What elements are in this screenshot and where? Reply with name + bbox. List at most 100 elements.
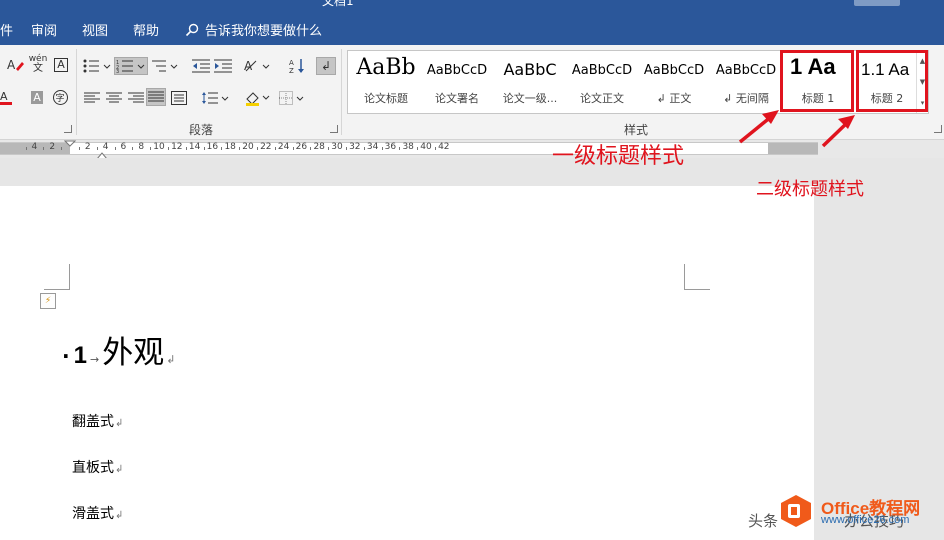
- ruler-label: 38: [402, 142, 414, 152]
- title-bar: 文档1 件 审阅 视图 帮助 告诉我你想要做什么: [0, 0, 944, 45]
- paragraph-group-label: 段落: [189, 123, 214, 137]
- tab-file[interactable]: 件: [0, 20, 13, 39]
- clear-formatting-icon[interactable]: A: [6, 56, 26, 74]
- bullets-icon[interactable]: [82, 57, 112, 75]
- tell-me-search[interactable]: 告诉我你想要做什么: [185, 20, 322, 39]
- ruler-label: 22: [260, 142, 272, 152]
- paragraph[interactable]: 直板式↲: [72, 457, 123, 477]
- borders-icon[interactable]: [278, 89, 308, 107]
- style-no-spacing[interactable]: AaBbCcD ↲ 无间隔: [710, 51, 782, 113]
- style-sample: AaBbCcD: [571, 63, 633, 78]
- heading-bullet-mark: ·: [62, 344, 70, 368]
- style-sample: AaBbCcD: [715, 63, 777, 78]
- office-logo-icon: [781, 495, 811, 527]
- watermark-prefix: 头条: [748, 512, 779, 530]
- window-title: 文档1: [322, 0, 354, 8]
- ruler-label: 20: [242, 142, 254, 152]
- ruler-tick: [43, 147, 45, 150]
- style-thesis-level1[interactable]: AaBbC 论文一级...: [494, 51, 566, 113]
- ruler-label: 10: [153, 142, 165, 152]
- ruler-tick: [434, 147, 436, 150]
- style-thesis-title[interactable]: AaBb 论文标题: [350, 51, 422, 113]
- show-hide-marks-icon[interactable]: ↲: [316, 57, 336, 75]
- style-normal[interactable]: AaBbCcD ↲ 正文: [638, 51, 710, 113]
- align-center-icon[interactable]: [104, 89, 124, 107]
- style-name: 论文一级...: [502, 92, 558, 105]
- ruler-tick: [310, 147, 312, 150]
- ruler-label: 42: [438, 142, 450, 152]
- ruler-label: 6: [120, 142, 127, 152]
- font-color-icon[interactable]: A: [0, 88, 14, 106]
- crop-mark-left: [44, 264, 70, 290]
- ruler-tick: [328, 147, 330, 150]
- character-shading-icon[interactable]: A: [27, 88, 47, 106]
- style-name: 论文署名: [435, 92, 479, 105]
- svg-text:A: A: [0, 90, 8, 103]
- ruler-label: 26: [295, 142, 308, 152]
- ruler-tick: [203, 147, 205, 150]
- paste-options-icon[interactable]: ⚡: [40, 293, 56, 309]
- paragraph-mark-icon: ↲: [115, 464, 124, 475]
- line-spacing-icon[interactable]: [200, 89, 230, 107]
- style-name: 论文标题: [364, 92, 408, 105]
- ruler-tick: [132, 147, 134, 150]
- paragraph-mark-icon: ↲: [115, 510, 124, 521]
- ruler-tick: [345, 147, 347, 150]
- enclose-characters-icon[interactable]: 字: [50, 88, 70, 106]
- style-thesis-author[interactable]: AaBbCcD 论文署名: [421, 51, 493, 113]
- ruler-tick: [167, 147, 169, 150]
- paragraph-mark-icon: ↲: [166, 353, 176, 366]
- numbering-icon[interactable]: 123: [114, 57, 148, 75]
- align-left-icon[interactable]: [82, 89, 102, 107]
- right-gutter: [814, 186, 944, 540]
- ruler-tick: [363, 147, 365, 150]
- phonetic-guide-icon[interactable]: wén 文: [28, 55, 48, 74]
- justify-icon[interactable]: [146, 88, 166, 106]
- document-heading[interactable]: · 1 → 外观 ↲: [62, 327, 175, 372]
- align-right-icon[interactable]: [126, 89, 146, 107]
- ruler-tick: [78, 147, 80, 150]
- heading2-highlight: [856, 50, 928, 112]
- sort-icon[interactable]: AZ: [288, 57, 308, 75]
- paragraph-text: 滑盖式: [72, 506, 114, 522]
- ruler-label: 24: [277, 142, 290, 152]
- ruler-tick: [185, 147, 187, 150]
- ribbon: A wén 文 A A A 字 123 A AZ ↲ 段落 AaBb 论文标题 …: [0, 45, 944, 140]
- font-dialog-launcher[interactable]: [64, 125, 72, 133]
- tab-view[interactable]: 视图: [82, 20, 108, 39]
- styles-dialog-launcher[interactable]: [934, 125, 942, 133]
- multilevel-list-icon[interactable]: [151, 57, 181, 75]
- ruler-label: 16: [206, 142, 219, 152]
- ruler-label: 36: [384, 142, 397, 152]
- heading1-highlight: [780, 50, 854, 112]
- ruler-tick: [239, 147, 241, 150]
- sign-in-button[interactable]: [854, 0, 900, 6]
- paragraph-dialog-launcher[interactable]: [330, 125, 338, 133]
- chinese-layout-icon[interactable]: A: [243, 57, 273, 75]
- character-border-icon[interactable]: A: [51, 56, 71, 74]
- tab-review[interactable]: 审阅: [31, 20, 57, 39]
- paragraph[interactable]: 翻盖式↲: [72, 411, 123, 431]
- distributed-icon[interactable]: [169, 89, 189, 107]
- first-line-indent-marker[interactable]: [64, 140, 76, 158]
- increase-indent-icon[interactable]: [213, 57, 233, 75]
- styles-group-label: 样式: [624, 123, 649, 137]
- style-sample: AaBbC: [503, 60, 557, 79]
- ruler-area: 4 2 2 4 6 8 10 12 14 16 18 20 22 24 26 28 30 32 34 36 38 40 42: [0, 140, 944, 158]
- decrease-indent-icon[interactable]: [191, 57, 211, 75]
- horizontal-ruler[interactable]: 4 2 2 4 6 8 10 12 14 16 18 20 22 24 26 28 30 32 34 36 38 40 42: [0, 142, 818, 155]
- ruler-label: 8: [138, 142, 145, 152]
- ruler-label: 18: [224, 142, 236, 152]
- paragraph-text: 直板式: [72, 460, 114, 476]
- tab-help[interactable]: 帮助: [133, 20, 159, 39]
- shading-icon[interactable]: [243, 89, 273, 107]
- style-name: ↲ 正文: [656, 92, 692, 105]
- style-sample: AaBbCcD: [643, 63, 705, 78]
- svg-text:A: A: [7, 58, 16, 72]
- tell-me-label: 告诉我你想要做什么: [205, 24, 323, 39]
- paragraph-text: 翻盖式: [72, 414, 114, 430]
- heading-number: 1: [73, 342, 87, 369]
- ruler-tick: [417, 147, 419, 150]
- paragraph[interactable]: 滑盖式↲: [72, 503, 123, 523]
- style-thesis-body[interactable]: AaBbCcD 论文正文: [566, 51, 638, 113]
